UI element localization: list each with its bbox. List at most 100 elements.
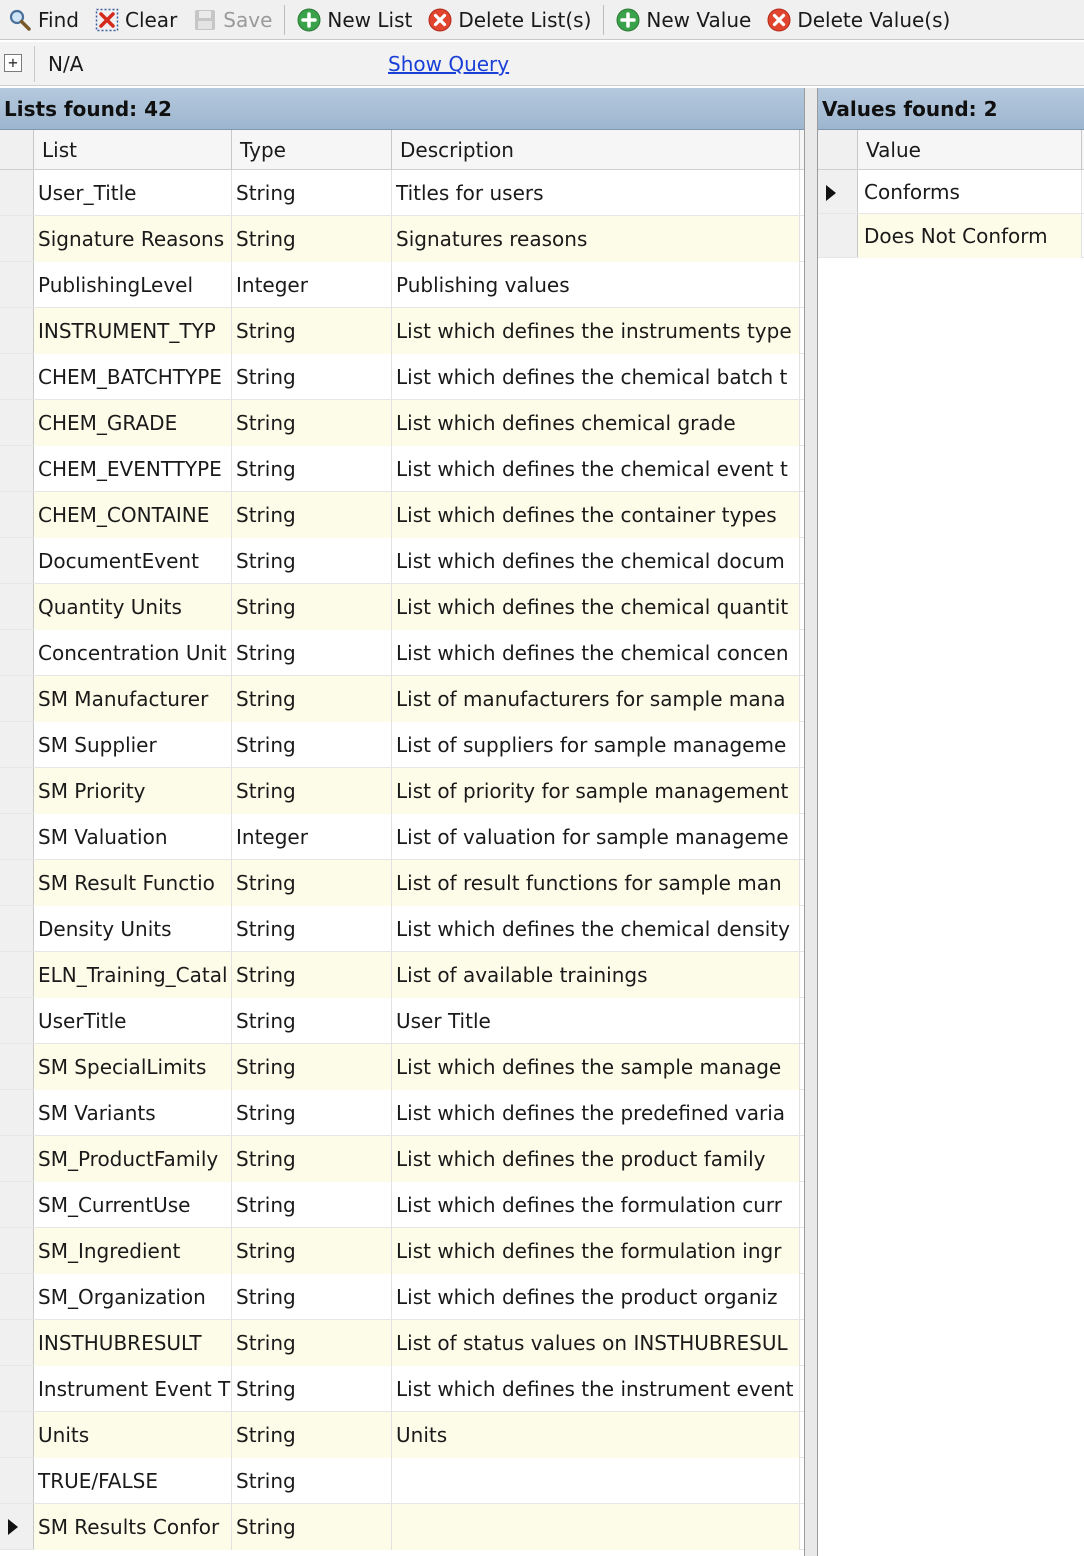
table-row[interactable]: SM Manufacturer String List of manufacture… — [0, 676, 804, 722]
row-header[interactable] — [0, 952, 34, 997]
cell-description[interactable]: List of priority for sample management — [392, 768, 800, 814]
cell-list[interactable]: SM Priority — [34, 768, 232, 814]
cell-description[interactable]: Units — [392, 1412, 800, 1458]
row-header[interactable] — [0, 1274, 34, 1319]
cell-description[interactable]: List of status values on INSTHUBRESUL — [392, 1320, 800, 1366]
clear-button[interactable]: Clear — [87, 0, 185, 39]
delete-lists-button[interactable]: Delete List(s) — [420, 0, 599, 39]
table-row[interactable]: Conforms — [818, 170, 1084, 214]
expand-icon[interactable]: + — [4, 54, 22, 72]
row-header[interactable] — [0, 216, 34, 261]
table-row[interactable]: CHEM_GRADE String List which defines chemi… — [0, 400, 804, 446]
cell-type[interactable]: String — [232, 1274, 392, 1320]
cell-description[interactable]: List of suppliers for sample manageme — [392, 722, 800, 768]
cell-description[interactable]: List which defines the formulation ingr — [392, 1228, 800, 1274]
cell-description[interactable]: List which defines the predefined varia — [392, 1090, 800, 1136]
cell-description[interactable]: List which defines the chemical docum — [392, 538, 800, 584]
cell-type[interactable]: String — [232, 170, 392, 216]
cell-type[interactable]: String — [232, 722, 392, 768]
cell-description[interactable]: List which defines the product family — [392, 1136, 800, 1182]
cell-list[interactable]: CHEM_EVENTTYPE — [34, 446, 232, 492]
cell-type[interactable]: String — [232, 308, 392, 354]
cell-list[interactable]: ELN_Training_Catal — [34, 952, 232, 998]
new-value-button[interactable]: New Value — [608, 0, 759, 39]
cell-description[interactable]: List which defines the sample manage — [392, 1044, 800, 1090]
table-row[interactable]: SM Results Confor String — [0, 1504, 804, 1550]
row-header[interactable] — [0, 446, 34, 491]
table-row[interactable]: Quantity Units String List which defines t… — [0, 584, 804, 630]
cell-type[interactable]: String — [232, 952, 392, 998]
cell-description[interactable]: List which defines the chemical batch t — [392, 354, 800, 400]
cell-description[interactable]: List which defines the chemical quantit — [392, 584, 800, 630]
cell-list[interactable]: Signature Reasons — [34, 216, 232, 262]
table-row[interactable]: SM_ProductFamily String List which defines… — [0, 1136, 804, 1182]
row-header[interactable] — [0, 630, 34, 675]
cell-type[interactable]: Integer — [232, 262, 392, 308]
cell-type[interactable]: String — [232, 1412, 392, 1458]
cell-list[interactable]: SM_CurrentUse — [34, 1182, 232, 1228]
cell-type[interactable]: Integer — [232, 814, 392, 860]
cell-list[interactable]: SM Variants — [34, 1090, 232, 1136]
row-header[interactable] — [0, 308, 34, 353]
cell-value[interactable]: Does Not Conform — [858, 214, 1082, 258]
table-row[interactable]: INSTHUBRESULT String List of status values… — [0, 1320, 804, 1366]
cell-list[interactable]: SM SpecialLimits — [34, 1044, 232, 1090]
column-header-value[interactable]: Value — [858, 130, 1082, 170]
cell-description[interactable]: List of valuation for sample manageme — [392, 814, 800, 860]
cell-type[interactable]: String — [232, 1136, 392, 1182]
cell-list[interactable]: SM Valuation — [34, 814, 232, 860]
cell-list[interactable]: PublishingLevel — [34, 262, 232, 308]
cell-type[interactable]: String — [232, 1090, 392, 1136]
cell-description[interactable]: List which defines the instrument event — [392, 1366, 800, 1412]
cell-description[interactable] — [392, 1458, 800, 1504]
table-row[interactable]: SM_CurrentUse String List which defines th… — [0, 1182, 804, 1228]
table-row[interactable]: Density Units String List which defines th… — [0, 906, 804, 952]
cell-description[interactable]: List which defines the container types — [392, 492, 800, 538]
table-row[interactable]: TRUE/FALSE String — [0, 1458, 804, 1504]
cell-type[interactable]: String — [232, 1182, 392, 1228]
cell-description[interactable]: List which defines the chemical concen — [392, 630, 800, 676]
cell-list[interactable]: Density Units — [34, 906, 232, 952]
cell-description[interactable]: List of manufacturers for sample mana — [392, 676, 800, 722]
cell-description[interactable]: User Title — [392, 998, 800, 1044]
table-row[interactable]: SM_Ingredient String List which defines th… — [0, 1228, 804, 1274]
cell-list[interactable]: INSTRUMENT_TYP — [34, 308, 232, 354]
cell-value[interactable]: Conforms — [858, 170, 1082, 214]
cell-type[interactable]: String — [232, 906, 392, 952]
row-header[interactable] — [0, 1136, 34, 1181]
cell-description[interactable]: List of result functions for sample man — [392, 860, 800, 906]
cell-description[interactable]: Publishing values — [392, 262, 800, 308]
row-header[interactable] — [0, 1412, 34, 1457]
cell-description[interactable] — [392, 1504, 800, 1550]
cell-type[interactable]: String — [232, 216, 392, 262]
cell-list[interactable]: SM_Ingredient — [34, 1228, 232, 1274]
table-row[interactable]: CHEM_EVENTTYPE String List which defines t… — [0, 446, 804, 492]
cell-list[interactable]: User_Title — [34, 170, 232, 216]
cell-list[interactable]: Units — [34, 1412, 232, 1458]
row-header[interactable] — [0, 400, 34, 445]
row-header[interactable] — [0, 814, 34, 859]
row-header[interactable] — [818, 214, 858, 257]
row-header[interactable] — [0, 170, 34, 215]
panel-splitter[interactable] — [804, 88, 818, 1556]
cell-description[interactable]: Signatures reasons — [392, 216, 800, 262]
row-header[interactable] — [0, 906, 34, 951]
cell-description[interactable]: List which defines the product organiz — [392, 1274, 800, 1320]
cell-list[interactable]: SM Results Confor — [34, 1504, 232, 1550]
cell-list[interactable]: CHEM_BATCHTYPE — [34, 354, 232, 400]
row-header[interactable] — [0, 722, 34, 767]
cell-description[interactable]: List which defines the instruments type — [392, 308, 800, 354]
table-row[interactable]: SM SpecialLimits String List which defines… — [0, 1044, 804, 1090]
find-button[interactable]: Find — [0, 0, 87, 39]
column-header-list[interactable]: List — [34, 130, 232, 170]
cell-type[interactable]: String — [232, 1504, 392, 1550]
column-header-description[interactable]: Description — [392, 130, 800, 170]
cell-type[interactable]: String — [232, 860, 392, 906]
cell-list[interactable]: Concentration Unit — [34, 630, 232, 676]
cell-type[interactable]: String — [232, 630, 392, 676]
cell-description[interactable]: List which defines the formulation curr — [392, 1182, 800, 1228]
cell-list[interactable]: Instrument Event T — [34, 1366, 232, 1412]
row-header[interactable] — [0, 676, 34, 721]
cell-list[interactable]: CHEM_CONTAINE — [34, 492, 232, 538]
row-header[interactable] — [0, 1366, 34, 1411]
